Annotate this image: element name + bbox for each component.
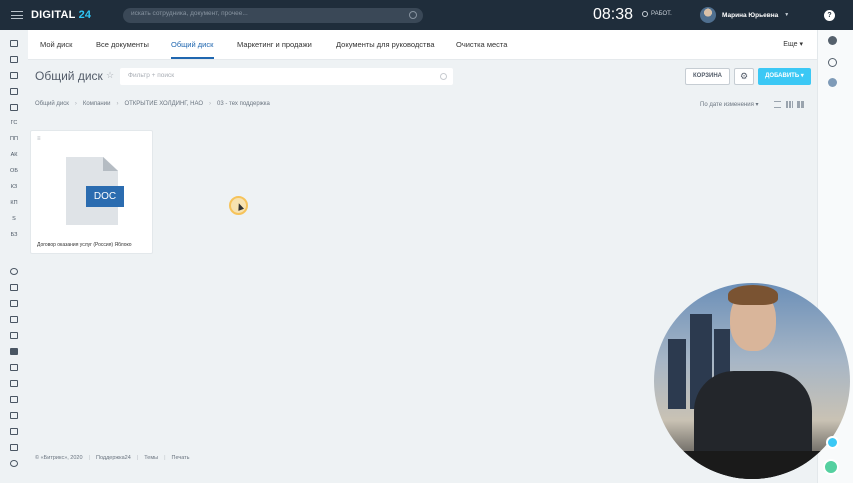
user-name: Марина Юрьевна bbox=[722, 11, 779, 19]
currency-icon[interactable] bbox=[10, 300, 18, 307]
users-icon[interactable] bbox=[10, 412, 18, 419]
notification-fab[interactable] bbox=[826, 436, 839, 449]
sidebar-item-kp[interactable]: КП bbox=[8, 200, 20, 206]
settings-button[interactable]: ⚙ bbox=[734, 68, 754, 85]
menu-icon[interactable] bbox=[11, 11, 23, 19]
grid-view-icon[interactable] bbox=[786, 101, 793, 108]
chevron-right-icon: › bbox=[74, 101, 77, 107]
star-icon[interactable]: ☆ bbox=[106, 70, 114, 81]
footer-separator: | bbox=[164, 455, 166, 461]
more-tabs-button[interactable]: Еще ▾ bbox=[783, 40, 803, 48]
sidebar-item-ak[interactable]: АК bbox=[8, 152, 20, 158]
drive-icon[interactable] bbox=[10, 348, 18, 355]
list-view-icon[interactable] bbox=[774, 101, 781, 108]
logo[interactable]: DIGITAL 24 bbox=[31, 9, 91, 21]
footer: © «Битрикс», 2020 | Поддержка24 | Темы |… bbox=[35, 455, 190, 461]
global-search-input[interactable]: искать сотрудника, документ, прочее... bbox=[123, 8, 423, 23]
list-icon[interactable] bbox=[10, 428, 18, 435]
active-tab-indicator bbox=[171, 57, 214, 59]
box-icon[interactable] bbox=[10, 444, 18, 451]
footer-separator: | bbox=[136, 455, 139, 461]
left-sidebar: ГС ПП АК ОБ КЗ КП S БЗ bbox=[0, 30, 28, 483]
context-menu-icon[interactable]: ≡ bbox=[37, 136, 41, 142]
tab-marketing-sales[interactable]: Маркетинг и продажи bbox=[237, 40, 312, 49]
book-icon[interactable] bbox=[10, 316, 18, 323]
mail-icon[interactable] bbox=[10, 72, 18, 79]
calendar-icon[interactable] bbox=[10, 88, 18, 95]
logo-number: 24 bbox=[78, 9, 92, 21]
tab-management-documents[interactable]: Документы для руководства bbox=[336, 40, 435, 49]
breadcrumb: Общий диск › Компании › ОТКРЫТИЕ ХОЛДИНГ… bbox=[35, 101, 270, 107]
shop-icon[interactable] bbox=[10, 332, 18, 339]
status-icon bbox=[642, 11, 648, 17]
search-icon[interactable] bbox=[828, 58, 837, 67]
bell-icon[interactable] bbox=[828, 36, 837, 45]
footer-link[interactable]: Поддержка24 bbox=[96, 455, 131, 461]
tab-shared-disk[interactable]: Общий диск bbox=[171, 40, 213, 49]
footer-link[interactable]: Темы bbox=[144, 455, 158, 461]
disk-icon[interactable] bbox=[10, 104, 18, 111]
chevron-right-icon: › bbox=[116, 101, 119, 107]
sort-label: По дате изменения bbox=[700, 102, 754, 108]
file-card[interactable]: ≡ DOC Договор оказания услуг (Россия) Яб… bbox=[30, 130, 153, 254]
search-icon[interactable] bbox=[440, 73, 447, 80]
tiles-view-icon[interactable] bbox=[797, 101, 804, 108]
presenter-desk bbox=[654, 451, 850, 479]
breadcrumb-item[interactable]: Компании bbox=[83, 101, 111, 107]
status-label: РАБОТ. bbox=[651, 11, 672, 17]
clock[interactable]: 08:38 bbox=[593, 6, 633, 24]
tab-bar: Мой диск Все документы Общий диск Маркет… bbox=[28, 30, 817, 60]
news-icon[interactable] bbox=[10, 364, 18, 371]
sidebar-item-gs[interactable]: ГС bbox=[8, 120, 20, 126]
contact-avatar[interactable] bbox=[828, 78, 837, 87]
copyright: © «Битрикс», 2020 bbox=[35, 455, 83, 461]
sort-dropdown[interactable]: По дате изменения ▾ bbox=[700, 101, 759, 108]
sidebar-item-bz[interactable]: БЗ bbox=[8, 232, 20, 238]
user-menu[interactable]: Марина Юрьевна ▼ bbox=[700, 7, 789, 23]
video-background-building bbox=[668, 339, 686, 409]
help-button[interactable]: ? bbox=[824, 10, 835, 21]
call-fab[interactable] bbox=[823, 459, 839, 475]
footer-separator: | bbox=[88, 455, 90, 461]
add-label: ДОБАВИТЬ bbox=[765, 73, 800, 79]
filter-placeholder: Фильтр + поиск bbox=[128, 72, 175, 79]
group-icon[interactable] bbox=[10, 396, 18, 403]
filter-search-input[interactable]: Фильтр + поиск bbox=[120, 68, 453, 85]
breadcrumb-item[interactable]: Общий диск bbox=[35, 101, 69, 107]
avatar bbox=[700, 7, 716, 23]
work-status[interactable]: РАБОТ. bbox=[642, 11, 672, 17]
search-icon[interactable] bbox=[409, 11, 417, 19]
page-title: Общий диск bbox=[35, 69, 103, 83]
more-label: Еще bbox=[783, 41, 798, 48]
tab-my-disk[interactable]: Мой диск bbox=[40, 40, 72, 49]
sidebar-item-kz[interactable]: КЗ bbox=[8, 184, 20, 190]
chevron-right-icon: › bbox=[209, 101, 212, 107]
sidebar-item-pp[interactable]: ПП bbox=[8, 136, 20, 142]
clock-icon[interactable] bbox=[10, 460, 18, 467]
gear-icon: ⚙ bbox=[739, 71, 749, 81]
sidebar-item-ob[interactable]: ОБ bbox=[8, 168, 20, 174]
presenter-video bbox=[654, 283, 850, 479]
logo-text: DIGITAL bbox=[31, 9, 76, 21]
tab-cleanup[interactable]: Очистка места bbox=[456, 40, 507, 49]
globe-icon[interactable] bbox=[10, 268, 18, 275]
add-button[interactable]: ДОБАВИТЬ ▾ bbox=[758, 68, 811, 85]
file-name[interactable]: Договор оказания услуг (Россия) Яблоко bbox=[37, 242, 152, 248]
filter-icon[interactable] bbox=[10, 284, 18, 291]
breadcrumb-item[interactable]: 03 - тех поддержка bbox=[217, 101, 270, 107]
chat-icon[interactable] bbox=[10, 380, 18, 387]
trash-button[interactable]: КОРЗИНА bbox=[685, 68, 730, 85]
file-type-badge: DOC bbox=[86, 186, 124, 207]
sidebar-item-s[interactable]: S bbox=[8, 216, 20, 222]
tasks-icon[interactable] bbox=[10, 40, 18, 47]
search-placeholder: искать сотрудника, документ, прочее... bbox=[131, 10, 248, 17]
chart-icon[interactable] bbox=[10, 56, 18, 63]
chevron-down-icon: ▼ bbox=[784, 12, 790, 18]
presenter-hair bbox=[728, 285, 778, 305]
footer-link[interactable]: Печать bbox=[172, 455, 190, 461]
tab-all-documents[interactable]: Все документы bbox=[96, 40, 149, 49]
breadcrumb-item[interactable]: ОТКРЫТИЕ ХОЛДИНГ, НАО bbox=[124, 101, 203, 107]
